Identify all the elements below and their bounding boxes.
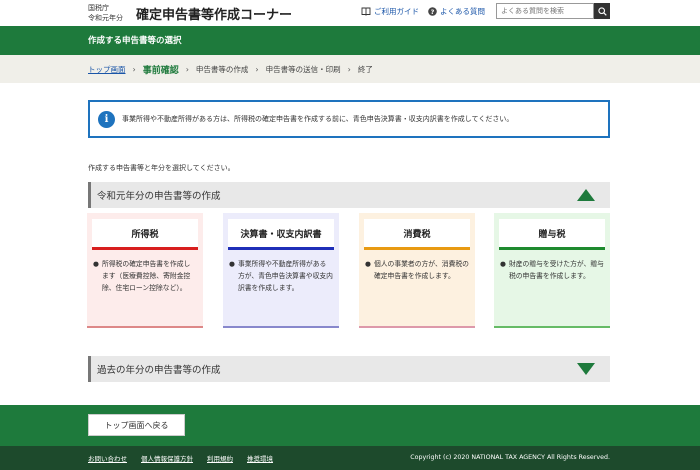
page-title: 作成する申告書等の選択 — [88, 36, 182, 46]
bullet-dot-icon: ● — [500, 260, 506, 268]
info-notice: i 事業所得や不動産所得がある方は、所得税の確定申告書を作成する前に、青色申告決… — [88, 100, 610, 138]
search-button[interactable] — [594, 3, 610, 19]
faq-link[interactable]: ? よくある質問 — [428, 6, 485, 17]
copyright-text: Copyright (c) 2020 NATIONAL TAX AGENCY A… — [410, 454, 610, 461]
breadcrumb-step-end: 終了 — [357, 64, 373, 74]
card-title: 所得税 — [92, 219, 198, 250]
guide-link-label: ご利用ガイド — [374, 7, 419, 16]
book-icon — [361, 7, 371, 16]
footer-action-bar: トップ画面へ戻る — [0, 405, 700, 446]
card-gift-tax[interactable]: 贈与税 ● 財産の贈与を受けた方が、贈与税の申告書を作成します。 — [494, 213, 610, 328]
site-title[interactable]: 確定申告書等作成コーナー — [136, 4, 292, 23]
notice-text: 事業所得や不動産所得がある方は、所得税の確定申告書を作成する前に、青色申告決算書… — [122, 115, 514, 123]
faq-search-input[interactable] — [496, 3, 594, 19]
card-description: 財産の贈与を受けた方が、贈与税の申告書を作成します。 — [508, 260, 604, 280]
search-icon — [597, 6, 607, 16]
breadcrumb-separator: › — [255, 64, 259, 74]
card-description: 所得税の確定申告書を作成します（医療費控除、寄附金控除、住宅ローン控除など）。 — [101, 260, 191, 292]
footer-link-contact[interactable]: お問い合わせ — [88, 453, 127, 463]
expand-triangle-icon[interactable] — [577, 363, 595, 375]
back-to-top-button[interactable]: トップ画面へ戻る — [88, 414, 185, 436]
card-income-tax[interactable]: 所得税 ● 所得税の確定申告書を作成します（医療費控除、寄附金控除、住宅ローン控除… — [87, 213, 203, 328]
bullet-dot-icon: ● — [93, 260, 99, 268]
agency-name: 国税庁 — [88, 4, 109, 12]
collapse-triangle-icon[interactable] — [577, 189, 595, 201]
breadcrumb-current-step: 事前確認 — [142, 65, 179, 76]
faq-link-label: よくある質問 — [440, 7, 485, 16]
tax-year: 令和元年分 — [88, 14, 123, 22]
card-bottom-border — [359, 326, 475, 328]
past-years-section-header[interactable]: 過去の年分の申告書等の作成 — [88, 356, 610, 382]
card-bottom-border — [87, 326, 203, 328]
card-title: 贈与税 — [499, 219, 605, 250]
card-description: 事業所得や不動産所得がある方が、青色申告決算書や収支内訳書を作成します。 — [237, 260, 333, 292]
agency-label: 国税庁 令和元年分 — [88, 3, 123, 23]
breadcrumb-separator: › — [347, 64, 351, 74]
bullet-dot-icon: ● — [229, 260, 235, 268]
card-title: 決算書・収支内訳書 — [228, 219, 334, 250]
instruction-text: 作成する申告書等と年分を選択してください。 — [88, 164, 235, 172]
breadcrumb-step-send: 申告書等の送信・印刷 — [265, 64, 341, 74]
card-title: 消費税 — [364, 219, 470, 250]
page-heading-bar: 作成する申告書等の選択 — [0, 26, 700, 55]
current-year-section-header[interactable]: 令和元年分の申告書等の作成 — [88, 182, 610, 208]
footer-link-privacy[interactable]: 個人情報保護方針 — [141, 453, 193, 463]
breadcrumb-separator: › — [132, 64, 136, 74]
card-bottom-border — [494, 326, 610, 328]
card-description: 個人の事業者の方が、消費税の確定申告書を作成します。 — [373, 260, 469, 280]
breadcrumb-separator: › — [185, 64, 189, 74]
info-icon: i — [98, 110, 115, 128]
svg-text:?: ? — [431, 8, 435, 16]
section-title: 令和元年分の申告書等の作成 — [97, 191, 221, 202]
breadcrumb-top-link[interactable]: トップ画面 — [88, 64, 126, 75]
question-icon: ? — [428, 7, 437, 16]
site-footer: お問い合わせ 個人情報保護方針 利用規約 推奨環境 Copyright (c) … — [0, 446, 700, 470]
footer-link-terms[interactable]: 利用規約 — [207, 453, 233, 463]
card-bottom-border — [223, 326, 339, 328]
breadcrumb: トップ画面 › 事前確認 › 申告書等の作成 › 申告書等の送信・印刷 › 終了 — [0, 55, 700, 83]
site-header: 国税庁 令和元年分 確定申告書等作成コーナー ご利用ガイド ? よくある質問 — [0, 0, 700, 26]
card-consumption-tax[interactable]: 消費税 ● 個人の事業者の方が、消費税の確定申告書を作成します。 — [359, 213, 475, 328]
footer-link-environment[interactable]: 推奨環境 — [247, 453, 273, 463]
guide-link[interactable]: ご利用ガイド — [361, 6, 419, 17]
bullet-dot-icon: ● — [365, 260, 371, 268]
breadcrumb-step-create: 申告書等の作成 — [195, 64, 249, 74]
card-financial-statements[interactable]: 決算書・収支内訳書 ● 事業所得や不動産所得がある方が、青色申告決算書や収支内訳書… — [223, 213, 339, 328]
section-title: 過去の年分の申告書等の作成 — [97, 365, 221, 376]
